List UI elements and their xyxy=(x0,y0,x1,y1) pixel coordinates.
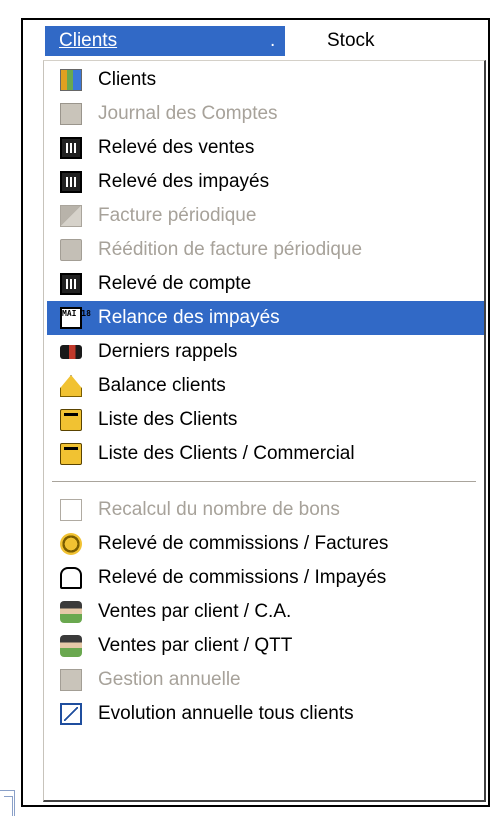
menu-item-label: Ventes par client / QTT xyxy=(98,635,293,656)
menu-stock-label: Stock xyxy=(327,30,375,51)
menu-item-liste-des-clients[interactable]: Liste des Clients xyxy=(44,403,484,437)
menu-item-label: Evolution annuelle tous clients xyxy=(98,703,354,724)
gestion-icon xyxy=(60,669,82,691)
menu-clients-dot: . xyxy=(270,30,276,51)
menu-item-commissions-factures[interactable]: Relevé de commissions / Factures xyxy=(44,527,484,561)
menu-item-releve-des-ventes[interactable]: Relevé des ventes xyxy=(44,131,484,165)
menu-item-recalcul-nombre-de-bons[interactable]: Recalcul du nombre de bons xyxy=(44,493,484,527)
menu-bar: Clients . Stock xyxy=(23,20,488,60)
menu-item-gestion-annuelle[interactable]: Gestion annuelle xyxy=(44,663,484,697)
folder-icon xyxy=(60,409,82,431)
menu-item-journal-des-comptes[interactable]: Journal des Comptes xyxy=(44,97,484,131)
menu-item-ventes-client-qtt[interactable]: Ventes par client / QTT xyxy=(44,629,484,663)
menu-item-label: Derniers rappels xyxy=(98,341,238,362)
menu-item-label: Liste des Clients xyxy=(98,409,238,430)
printer-icon xyxy=(60,239,82,261)
menu-item-label: Facture périodique xyxy=(98,205,257,226)
menu-clients-label: Clients xyxy=(59,30,118,51)
coins-icon xyxy=(60,533,82,555)
menu-item-commissions-impayes[interactable]: Relevé de commissions / Impayés xyxy=(44,561,484,595)
menu-item-label: Relevé de commissions / Factures xyxy=(98,533,389,554)
menu-clients[interactable]: Clients . xyxy=(45,26,285,56)
menu-item-reedition-facture-periodique[interactable]: Réédition de facture périodique xyxy=(44,233,484,267)
menu-separator xyxy=(52,481,476,483)
folder-icon xyxy=(60,443,82,465)
people-icon xyxy=(60,69,82,91)
scale-icon xyxy=(60,375,82,397)
menu-item-label: Relevé des ventes xyxy=(98,137,255,158)
menu-item-label: Relevé de commissions / Impayés xyxy=(98,567,387,588)
menu-item-evolution-annuelle[interactable]: Evolution annuelle tous clients xyxy=(44,697,484,731)
calculator-icon xyxy=(60,273,82,295)
menu-item-clients[interactable]: Clients xyxy=(44,63,484,97)
calendar-icon: MAI 18 xyxy=(60,307,91,329)
menu-item-label: Recalcul du nombre de bons xyxy=(98,499,340,520)
menu-item-label: Gestion annuelle xyxy=(98,669,241,690)
window-corner-outline-inner xyxy=(4,796,13,816)
menu-item-ventes-client-ca[interactable]: Ventes par client / C.A. xyxy=(44,595,484,629)
menu-item-facture-periodique[interactable]: Facture périodique xyxy=(44,199,484,233)
menu-item-liste-des-clients-commercial[interactable]: Liste des Clients / Commercial xyxy=(44,437,484,471)
menu-item-releve-des-impayes[interactable]: Relevé des impayés xyxy=(44,165,484,199)
menu-item-label: Journal des Comptes xyxy=(98,103,278,124)
calculator-icon xyxy=(60,171,82,193)
calculator-icon xyxy=(60,137,82,159)
menu-item-label: Relevé de compte xyxy=(98,273,252,294)
clients-dropdown-menu: Clients Journal des Comptes Relevé des v… xyxy=(43,60,486,802)
menu-item-releve-de-compte[interactable]: Relevé de compte xyxy=(44,267,484,301)
menu-item-relance-des-impayes[interactable]: MAI 18 Relance des impayés xyxy=(47,301,484,335)
menu-item-label: Liste des Clients / Commercial xyxy=(98,443,355,464)
journal-icon xyxy=(60,103,82,125)
menu-item-balance-clients[interactable]: Balance clients xyxy=(44,369,484,403)
lock-icon xyxy=(60,567,82,589)
menu-item-label: Relance des impayés xyxy=(98,307,280,328)
man-icon xyxy=(60,601,82,623)
application-window: Clients . Stock Clients Journal des Comp… xyxy=(21,18,490,807)
graph-icon xyxy=(60,703,82,725)
recalc-icon xyxy=(60,499,82,521)
menu-item-derniers-rappels[interactable]: Derniers rappels xyxy=(44,335,484,369)
man-icon xyxy=(60,635,82,657)
invoice-icon xyxy=(60,205,82,227)
menu-stock[interactable]: Stock xyxy=(319,26,375,56)
menu-item-label: Réédition de facture périodique xyxy=(98,239,363,260)
menu-item-label: Ventes par client / C.A. xyxy=(98,601,292,622)
menu-item-label: Balance clients xyxy=(98,375,226,396)
menu-item-label: Relevé des impayés xyxy=(98,171,270,192)
hand-icon xyxy=(60,345,82,359)
menu-item-label: Clients xyxy=(98,69,157,90)
